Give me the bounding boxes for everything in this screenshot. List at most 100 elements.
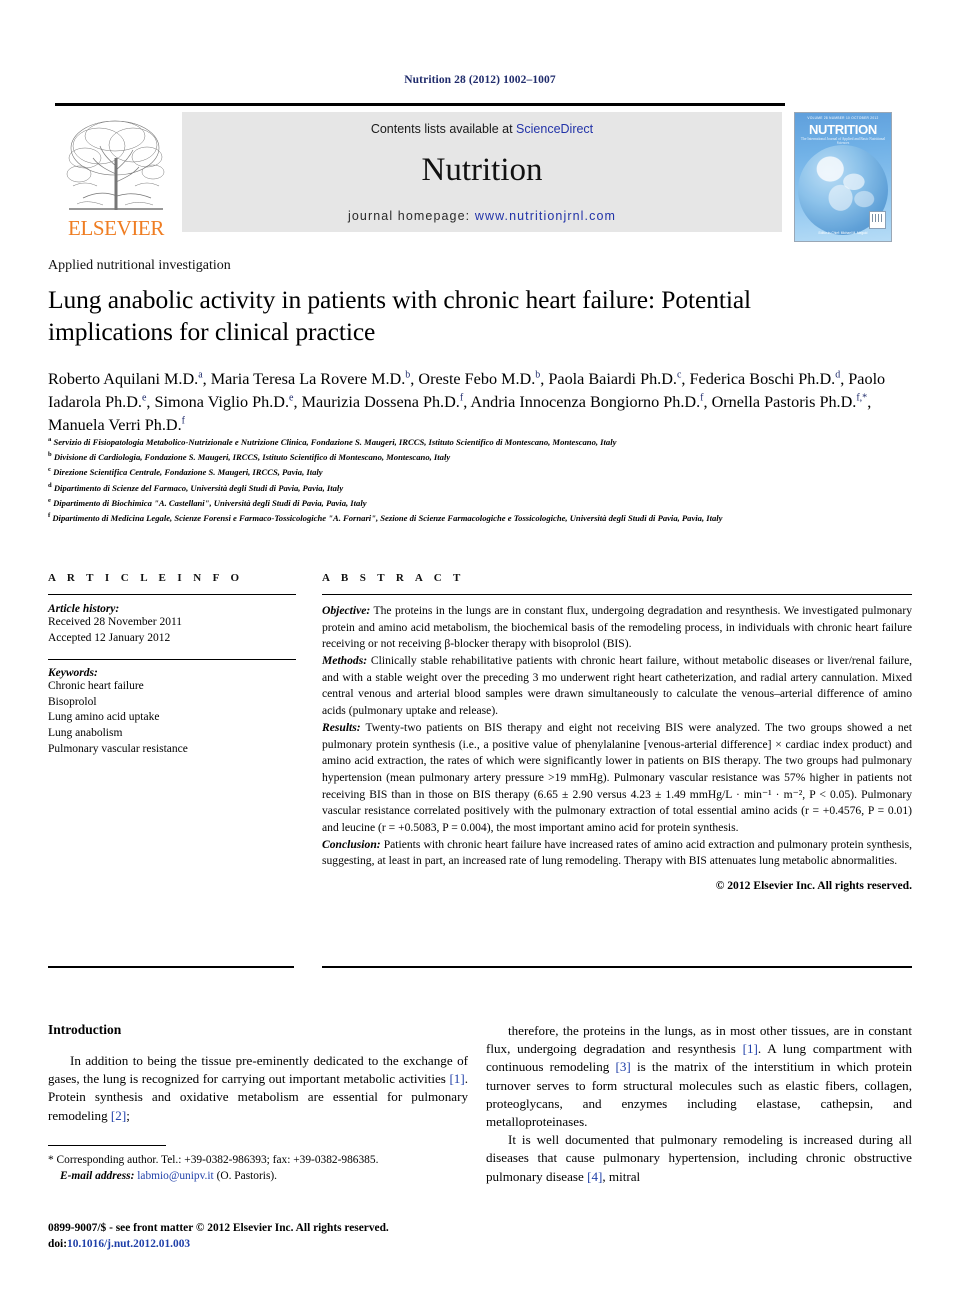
homepage-url-link[interactable]: www.nutritionjrnl.com <box>475 209 616 223</box>
imprint-block: 0899-9007/$ - see front matter © 2012 El… <box>48 1220 478 1252</box>
abstract-section: Results: Twenty-two patients on BIS ther… <box>322 720 912 834</box>
article-info-heading: A R T I C L E I N F O <box>48 572 244 584</box>
running-head: Nutrition 28 (2012) 1002–1007 <box>404 74 556 86</box>
article-info-divider <box>48 594 296 595</box>
abstract-section-label: Methods: <box>322 654 368 668</box>
sciencedirect-link[interactable]: ScienceDirect <box>516 122 593 136</box>
contents-line: Contents lists available at ScienceDirec… <box>182 122 782 136</box>
keywords-block: Keywords: Chronic heart failure Bisoprolo… <box>48 658 296 758</box>
email-owner: (O. Pastoris). <box>216 1170 278 1183</box>
keywords-divider <box>48 658 296 660</box>
journal-homepage-line: journal homepage: www.nutritionjrnl.com <box>182 209 782 223</box>
affiliation-item: e Dipartimento di Biochimica "A. Castell… <box>48 496 367 508</box>
contents-band: Contents lists available at ScienceDirec… <box>182 112 782 232</box>
body-rule-left <box>48 966 294 968</box>
author-affiliation-marker: e <box>141 392 147 404</box>
intro-right-paragraphs: therefore, the proteins in the lungs, as… <box>486 1022 912 1186</box>
body-paragraph: It is well documented that pulmonary rem… <box>486 1132 912 1184</box>
paper-page: Nutrition 28 (2012) 1002–1007 ELSEVIER C… <box>0 0 960 1290</box>
doi-label: doi: <box>48 1238 67 1251</box>
body-column-right: therefore, the proteins in the lungs, as… <box>486 1022 912 1186</box>
author-affiliation-marker: a <box>198 369 203 381</box>
abstract-section: Objective: The proteins in the lungs are… <box>322 604 912 651</box>
affiliation-item: b Divisione di Cardiologia, Fondazione S… <box>48 451 451 463</box>
affiliation-item: c Direzione Scientifica Centrale, Fondaz… <box>48 466 323 478</box>
author-name: Federica Boschi Ph.D. <box>689 370 836 388</box>
body-column-left: Introduction In addition to being the ti… <box>48 1022 468 1125</box>
author-affiliation-marker: e <box>289 392 294 404</box>
body-paragraph: In addition to being the tissue pre-emin… <box>48 1053 468 1123</box>
article-section-label: Applied nutritional investigation <box>48 258 231 273</box>
email-line: E-mail address: labmio@unipv.it (O. Past… <box>48 1169 468 1185</box>
cover-issue-line: VOLUME 28 NUMBER 10 OCTOBER 2012 <box>807 116 879 120</box>
keyword-item: Chronic heart failure <box>48 679 144 692</box>
abstract-section: Conclusion: Patients with chronic heart … <box>322 837 912 868</box>
affiliation-item: d Dipartimento di Scienze del Farmaco, U… <box>48 481 344 493</box>
cover-title: NUTRITION <box>808 122 878 137</box>
article-history-item: Received 28 November 2011 <box>48 616 183 628</box>
introduction-heading: Introduction <box>48 1022 122 1037</box>
keywords-label: Keywords: <box>48 666 98 679</box>
affiliation-marker: b <box>48 451 52 459</box>
author-name: Manuela Verri Ph.D. <box>48 416 182 434</box>
article-history-label: Article history: <box>48 603 120 615</box>
issn-copyright-line: 0899-9007/$ - see front matter © 2012 El… <box>48 1222 389 1234</box>
keyword-item: Lung anabolism <box>48 727 123 740</box>
abstract-text: Objective: The proteins in the lungs are… <box>322 603 912 870</box>
body-paragraph: therefore, the proteins in the lungs, as… <box>486 1023 913 1129</box>
author-affiliation-marker: f <box>181 415 186 427</box>
author-name: Maria Teresa La Rovere M.D. <box>210 370 406 388</box>
contents-prefix: Contents lists available at <box>370 122 517 136</box>
cover-footer: Editor-in-Chief: Michael M. Meguid <box>818 231 868 235</box>
affiliation-marker: a <box>48 436 52 443</box>
article-info-block: A R T I C L E I N F O Article history: R… <box>48 572 296 758</box>
article-history-list: Received 28 November 2011 Accepted 12 Jan… <box>48 615 296 647</box>
author-affiliation-marker: f,* <box>856 392 868 404</box>
doi-line: doi:10.1016/j.nut.2012.01.003 <box>48 1236 478 1252</box>
abstract-section-label: Results: <box>322 720 361 734</box>
citation-link[interactable]: [3] <box>616 1059 631 1074</box>
doi-link[interactable]: 10.1016/j.nut.2012.01.003 <box>67 1238 190 1250</box>
journal-title: Nutrition <box>421 152 543 188</box>
abstract-section: Methods: Clinically stable rehabilitativ… <box>322 654 912 718</box>
author-affiliation-marker: b <box>535 369 541 381</box>
author-affiliation-marker: d <box>835 369 841 381</box>
citation-link[interactable]: [1] <box>743 1041 758 1056</box>
author-affiliation-marker: c <box>676 369 682 381</box>
author-name: Ornella Pastoris Ph.D. <box>711 393 857 411</box>
corresponding-author-line: * Corresponding author. Tel.: +39-0382-9… <box>48 1154 379 1167</box>
abstract-heading: A B S T R A C T <box>322 572 465 584</box>
email-link[interactable]: labmio@unipv.it <box>137 1170 214 1182</box>
abstract-block: A B S T R A C T Objective: The proteins … <box>322 572 912 892</box>
footnote-block: * Corresponding author. Tel.: +39-0382-9… <box>48 1145 468 1185</box>
affiliation-marker: c <box>48 466 51 474</box>
elsevier-wordmark: ELSEVIER <box>68 216 164 240</box>
affiliation-marker: f <box>48 512 51 520</box>
keyword-item: Bisoprolol <box>48 695 97 708</box>
page-title: Lung anabolic activity in patients with … <box>48 285 752 347</box>
author-list: Roberto Aquilani M.D.a, Maria Teresa La … <box>48 369 886 434</box>
footnote-rule <box>48 1145 166 1147</box>
corresponding-author-note: * Corresponding author. Tel.: +39-0382-9… <box>48 1153 468 1185</box>
author-name: Simona Viglio Ph.D. <box>154 393 290 411</box>
author-affiliation-marker: f <box>459 392 464 404</box>
author-name: Paola Baiardi Ph.D. <box>548 370 677 388</box>
keyword-item: Pulmonary vascular resistance <box>48 743 188 756</box>
elsevier-logo: ELSEVIER <box>55 112 177 240</box>
email-label: E-mail address: <box>60 1170 135 1183</box>
citation-link[interactable]: [4] <box>587 1169 602 1184</box>
affiliation-item: a Servizio di Fisiopatologia Metabolico-… <box>48 436 617 447</box>
body-rule-right <box>322 966 912 968</box>
abstract-divider <box>322 594 912 595</box>
affiliation-marker: e <box>48 496 51 504</box>
keywords-list: Chronic heart failure Bisoprolol Lung amin… <box>48 679 296 758</box>
citation-link[interactable]: [1] <box>449 1071 464 1086</box>
elsevier-tree-icon <box>66 120 165 210</box>
abstract-section-label: Conclusion: <box>322 837 381 851</box>
publisher-badge-icon <box>869 211 886 229</box>
author-name: Roberto Aquilani M.D. <box>48 370 199 388</box>
citation-link[interactable]: [2] <box>111 1108 126 1123</box>
author-affiliation-marker: f <box>700 392 704 404</box>
author-name: Maurizia Dossena Ph.D. <box>301 393 460 411</box>
affiliation-list: a Servizio di Fisiopatologia Metabolico-… <box>48 434 923 525</box>
